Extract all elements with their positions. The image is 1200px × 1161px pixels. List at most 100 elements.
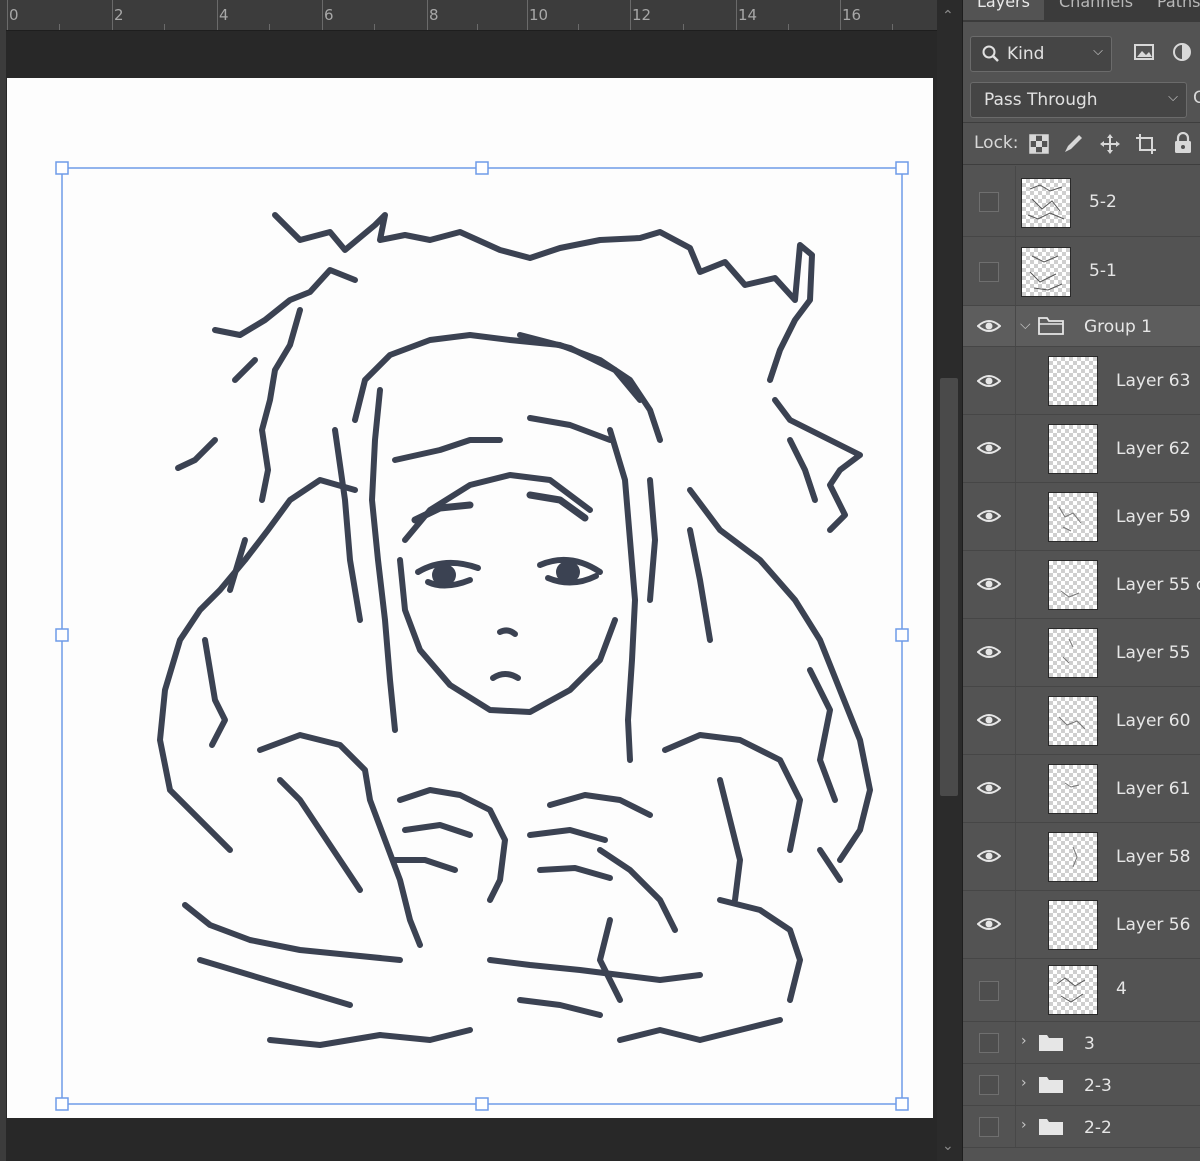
layer-thumbnail: [1048, 764, 1098, 814]
horizontal-ruler[interactable]: 0 2 4 6 8 10 12 14 16: [0, 0, 937, 31]
group-row[interactable]: ⌵ Group 1: [963, 306, 1200, 347]
eye-icon[interactable]: [977, 440, 1001, 456]
layer-thumbnail: [1048, 424, 1098, 474]
vertical-scrollbar[interactable]: ⌃ ⌄: [937, 0, 962, 1161]
eye-icon[interactable]: [977, 848, 1001, 864]
layer-row[interactable]: Layer 61: [963, 755, 1200, 823]
layer-thumbnail: [1048, 356, 1098, 406]
layer-row[interactable]: Layer 56: [963, 891, 1200, 959]
layers-panel: Layers Channels Paths Kind ⌵ Pass Throug…: [962, 0, 1200, 1161]
eye-icon[interactable]: [977, 373, 1001, 389]
filter-kind-label: Kind: [1007, 44, 1045, 64]
blend-mode-value: Pass Through: [984, 90, 1098, 110]
group-name: Group 1: [1084, 317, 1152, 337]
ruler-mark: 6: [324, 6, 334, 24]
scroll-down-icon[interactable]: ⌄: [942, 1138, 954, 1154]
eye-icon[interactable]: [977, 644, 1001, 660]
layer-name: Layer 62: [1116, 439, 1191, 459]
chevron-down-icon: ⌵: [1093, 44, 1103, 59]
filter-adjustment-icon[interactable]: [1171, 41, 1193, 63]
opacity-label-partial: C: [1193, 88, 1200, 108]
layer-name: Layer 61: [1116, 779, 1191, 799]
visibility-toggle[interactable]: [963, 415, 1016, 482]
folder-icon: [1039, 1035, 1063, 1051]
visibility-toggle[interactable]: [963, 959, 1016, 1021]
layer-row[interactable]: Layer 59: [963, 483, 1200, 551]
visibility-toggle[interactable]: [963, 891, 1016, 958]
chevron-down-icon: ⌵: [1168, 90, 1178, 105]
visibility-toggle[interactable]: [963, 687, 1016, 754]
search-icon: [982, 45, 999, 62]
eye-icon[interactable]: [977, 318, 1001, 334]
tab-layers[interactable]: Layers: [963, 0, 1044, 20]
ruler-mark: 4: [219, 6, 229, 24]
visibility-toggle[interactable]: [963, 347, 1016, 414]
layer-row[interactable]: Layer 62: [963, 415, 1200, 483]
filter-image-icon[interactable]: [1133, 42, 1155, 62]
group-row[interactable]: › 3: [963, 1022, 1200, 1064]
blend-mode-select[interactable]: Pass Through ⌵: [970, 82, 1187, 118]
chevron-right-icon[interactable]: ›: [1021, 1033, 1027, 1049]
visibility-toggle[interactable]: [963, 1064, 1016, 1105]
layer-row[interactable]: Layer 55 co: [963, 551, 1200, 619]
layer-row[interactable]: Layer 55: [963, 619, 1200, 687]
group-name: 2-2: [1084, 1118, 1112, 1138]
ruler-mark: 0: [9, 6, 19, 24]
layer-row[interactable]: Layer 63: [963, 347, 1200, 415]
group-name: 3: [1084, 1034, 1095, 1054]
visibility-toggle[interactable]: [963, 551, 1016, 618]
layer-thumbnail: [1021, 178, 1071, 228]
visibility-toggle[interactable]: [963, 166, 1016, 236]
folder-icon: [1038, 317, 1064, 335]
eye-icon[interactable]: [977, 576, 1001, 592]
lock-position-icon[interactable]: [1099, 133, 1121, 155]
eye-icon[interactable]: [977, 508, 1001, 524]
scroll-up-icon[interactable]: ⌃: [942, 8, 954, 24]
layer-name: Layer 55: [1116, 643, 1191, 663]
visibility-toggle[interactable]: [963, 755, 1016, 822]
group-row[interactable]: › 2-3: [963, 1064, 1200, 1106]
canvas-area[interactable]: 0 2 4 6 8 10 12 14 16: [0, 0, 937, 1161]
eye-icon[interactable]: [977, 712, 1001, 728]
visibility-toggle[interactable]: [963, 619, 1016, 686]
visibility-toggle[interactable]: [963, 306, 1016, 346]
layer-row[interactable]: 5-1: [963, 237, 1200, 306]
eye-icon[interactable]: [977, 780, 1001, 796]
filter-kind-select[interactable]: Kind ⌵: [970, 36, 1112, 72]
visibility-toggle[interactable]: [963, 1106, 1016, 1147]
layer-row[interactable]: Layer 58: [963, 823, 1200, 891]
visibility-toggle[interactable]: [963, 1022, 1016, 1063]
lock-transparent-pixels-icon[interactable]: [1029, 134, 1049, 154]
folder-icon: [1039, 1119, 1063, 1135]
visibility-toggle[interactable]: [963, 823, 1016, 890]
lock-image-pixels-icon[interactable]: [1062, 133, 1084, 155]
ruler-mark: 8: [429, 6, 439, 24]
visibility-toggle[interactable]: [963, 237, 1016, 305]
lock-artboard-icon[interactable]: [1135, 133, 1157, 155]
lock-all-icon[interactable]: [1173, 132, 1193, 154]
group-row[interactable]: › 2-2: [963, 1106, 1200, 1148]
tab-paths[interactable]: Paths: [1143, 0, 1200, 20]
chevron-down-icon[interactable]: ⌵: [1020, 317, 1031, 333]
layer-row[interactable]: Layer 60: [963, 687, 1200, 755]
document-canvas[interactable]: [7, 78, 933, 1118]
lock-label: Lock:: [974, 133, 1019, 153]
eye-icon[interactable]: [977, 916, 1001, 932]
layer-thumbnail: [1048, 832, 1098, 882]
chevron-right-icon[interactable]: ›: [1021, 1075, 1027, 1091]
folder-icon: [1039, 1077, 1063, 1093]
layer-thumbnail: [1048, 560, 1098, 610]
tab-channels[interactable]: Channels: [1045, 0, 1147, 20]
chevron-right-icon[interactable]: ›: [1021, 1117, 1027, 1133]
layer-row[interactable]: 5-2: [963, 166, 1200, 237]
panel-tabs: Layers Channels Paths: [963, 0, 1200, 22]
layer-row[interactable]: 4: [963, 959, 1200, 1022]
vertical-ruler[interactable]: [0, 30, 6, 1161]
ruler-mark: 2: [114, 6, 124, 24]
scrollbar-thumb[interactable]: [940, 378, 958, 796]
ruler-mark: 16: [842, 6, 862, 24]
layer-thumbnail: [1048, 965, 1098, 1015]
group-name: 2-3: [1084, 1076, 1112, 1096]
visibility-toggle[interactable]: [963, 483, 1016, 550]
sketch-artwork: [55, 161, 909, 1111]
